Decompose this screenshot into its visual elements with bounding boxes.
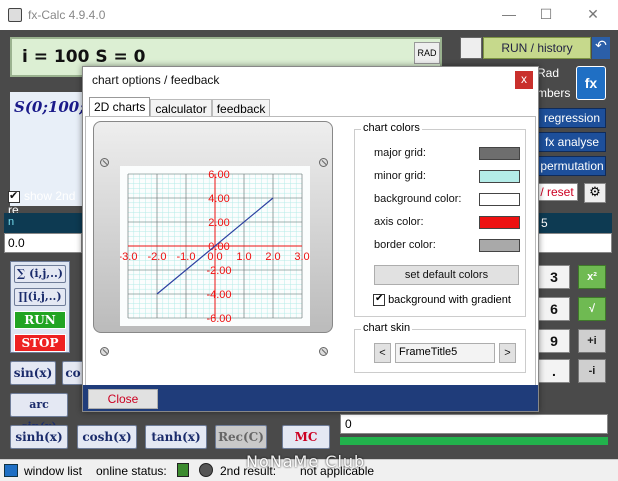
network-icon <box>177 463 189 477</box>
skin-prev-button[interactable]: < <box>374 343 391 363</box>
checkbox-checked-icon <box>8 189 20 203</box>
memory-clear-button[interactable]: MC <box>282 425 330 449</box>
progress-bar <box>340 437 608 445</box>
rec-button[interactable]: Rec(C) <box>215 425 267 449</box>
angle-mode-indicator[interactable]: RAD <box>414 42 440 64</box>
color-row-label: major grid: <box>374 147 426 159</box>
x-tick-label: -3.0 <box>120 251 137 263</box>
op-green-1-button[interactable]: x² <box>578 265 606 289</box>
result-field[interactable]: 0 <box>340 414 608 434</box>
set-default-colors-button[interactable]: set default colors <box>374 265 519 285</box>
show-2nd-result-checkbox[interactable]: show 2nd re <box>8 189 88 217</box>
window-list-link[interactable]: window list <box>24 464 82 478</box>
app-icon <box>8 8 22 22</box>
value-field[interactable]: 0.0 <box>4 233 82 253</box>
color-row-label: background color: <box>374 193 462 205</box>
plus-i-button[interactable]: +i <box>578 329 606 353</box>
display-expression: i = 100 S = 0 <box>22 47 146 67</box>
close-button[interactable]: Close <box>88 389 158 409</box>
checkbox-checked-icon: ✔ <box>373 293 385 307</box>
permutation-button[interactable]: permutation <box>538 156 606 176</box>
dialog-footer: Close <box>83 385 538 411</box>
cos-button[interactable]: co <box>62 361 84 385</box>
settings-gear-icon[interactable]: ⚙ <box>584 183 606 203</box>
regression-button[interactable]: regression <box>538 108 606 128</box>
x-tick-label: 2.0 <box>265 251 280 263</box>
minus-i-button[interactable]: -i <box>578 359 606 383</box>
arc-sin-button[interactable]: arc sin(x) <box>10 393 68 433</box>
globe-icon <box>199 463 213 477</box>
y-tick-label: 4.00 <box>208 193 229 205</box>
x-tick-label: 1.0 <box>236 251 251 263</box>
right-value-field[interactable] <box>538 233 612 253</box>
y-tick-label: 6.00 <box>208 169 229 181</box>
y-tick-label: -4.00 <box>206 289 231 301</box>
sin-button[interactable]: sin(x) <box>10 361 56 385</box>
color-row-label: border color: <box>374 239 436 251</box>
numbers-label: mbers <box>537 86 571 100</box>
color-swatch[interactable] <box>479 239 520 252</box>
chart-preview-frame: -3.0 -2.0 -1.0 0.0 1.0 2.0 3.0 6.00 4.00 2.00 0.00… <box>93 121 333 356</box>
tanh-button[interactable]: tanh(x) <box>145 425 207 449</box>
x-tick-label: -2.0 <box>148 251 167 263</box>
screw-icon <box>100 347 109 356</box>
gradient-label: background with gradient <box>388 294 511 306</box>
reset-button[interactable]: / reset <box>536 183 578 201</box>
skin-next-button[interactable]: > <box>499 343 516 363</box>
num-6-button[interactable]: 6 <box>538 297 570 321</box>
color-swatch[interactable] <box>479 193 520 206</box>
x-tick-label: -1.0 <box>177 251 196 263</box>
x-tick-label: 3.0 <box>294 251 309 263</box>
cosh-button[interactable]: cosh(x) <box>77 425 137 449</box>
chart-options-dialog: chart options / feedback x 2D charts calc… <box>82 66 539 412</box>
chart-skin-group: chart skin < FrameTitle5 > <box>354 322 526 373</box>
chart-preview-plot: -3.0 -2.0 -1.0 0.0 1.0 2.0 3.06.004.002.000.00… <box>120 166 310 326</box>
window-titlebar: fx-Calc 4.9.4.0 — ☐ ✕ <box>0 0 618 30</box>
chart-colors-title: chart colors <box>361 122 422 134</box>
maximize-button[interactable]: ☐ <box>531 6 561 23</box>
undo-arrow-icon[interactable]: ↶ <box>592 37 610 59</box>
color-row-label: minor grid: <box>374 170 426 182</box>
panel-toggle-icon[interactable] <box>460 37 482 59</box>
gradient-checkbox[interactable]: ✔ background with gradient <box>373 293 511 307</box>
screw-icon <box>319 158 328 167</box>
op-green-2-button[interactable]: √ <box>578 297 606 321</box>
watermark: NoNaMe Club <box>246 452 366 471</box>
screw-icon <box>319 347 328 356</box>
color-swatch[interactable] <box>479 147 520 160</box>
color-row-label: axis color: <box>374 216 424 228</box>
screw-icon <box>100 158 109 167</box>
n-label: n <box>4 213 82 233</box>
color-swatch[interactable] <box>479 170 520 183</box>
stop-button[interactable]: STOP <box>14 334 66 352</box>
color-swatch[interactable] <box>479 216 520 229</box>
run-history-button[interactable]: RUN / history <box>483 37 591 59</box>
window-list-icon <box>4 464 18 477</box>
decimal-point-button[interactable]: . <box>538 359 570 383</box>
chart-colors-group: chart colors major grid: minor grid: backg… <box>354 122 526 317</box>
num-9-button[interactable]: 9 <box>538 329 570 353</box>
skin-name-field[interactable]: FrameTitle5 <box>395 343 495 363</box>
window-close-button[interactable]: ✕ <box>578 6 608 23</box>
product-button[interactable]: ∏(i,j,..) <box>14 288 66 306</box>
run-button[interactable]: RUN <box>14 311 66 329</box>
tab-2d-charts[interactable]: 2D charts <box>89 97 151 118</box>
chart-skin-title: chart skin <box>361 322 413 334</box>
y-tick-label: -6.00 <box>206 313 231 325</box>
minimize-button[interactable]: — <box>494 6 524 22</box>
num-3-button[interactable]: 3 <box>538 265 570 289</box>
sum-button[interactable]: ∑ (i,j,..) <box>14 265 66 283</box>
dialog-close-icon[interactable]: x <box>515 71 533 89</box>
window-title: fx-Calc 4.9.4.0 <box>28 8 106 22</box>
fx-logo-icon: fx <box>576 66 606 100</box>
rad-label: Rad <box>537 66 560 80</box>
n-value: 5 <box>538 213 612 233</box>
y-tick-label: 2.00 <box>208 217 229 229</box>
dialog-tabs: 2D charts calculator feedback <box>89 97 271 118</box>
dialog-title: chart options / feedback <box>92 73 220 87</box>
online-status-label: online status: <box>96 464 167 478</box>
y-tick-label: -2.00 <box>206 265 231 277</box>
fx-analyse-button[interactable]: fx analyse <box>538 132 606 152</box>
sinh-button[interactable]: sinh(x) <box>10 425 68 449</box>
